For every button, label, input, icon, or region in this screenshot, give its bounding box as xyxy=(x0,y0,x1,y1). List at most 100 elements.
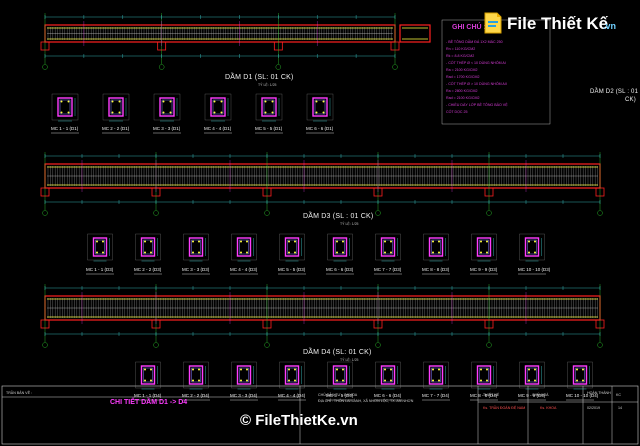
beam-d3-grid-bubble xyxy=(264,210,270,216)
d4-section-2-bar xyxy=(198,379,200,382)
beam-d4-title: DẦM D4 (SL: 01 CK) xyxy=(303,349,372,356)
beam-d2-outline xyxy=(399,24,431,43)
d3-section-1-bar xyxy=(96,240,98,243)
d3-section-label: MC 2 - 2 (D3) xyxy=(134,267,162,272)
d3-section-4-bar xyxy=(246,251,248,254)
d4-section-8-bar xyxy=(480,379,482,382)
d4-section-7-bar xyxy=(432,379,434,382)
d3-section-5-bar xyxy=(288,251,290,254)
d4-section-2-bar xyxy=(198,368,200,371)
d4-section-10-bar xyxy=(582,368,584,371)
designer-name: Ks. TRẦN ĐOÀN ĐỆ NAM xyxy=(483,406,526,410)
d3-section-label: MC 4 - 4 (D3) xyxy=(230,267,258,272)
d3-section-5-bar xyxy=(294,240,296,243)
d4-section-label: MC 3 - 3 (D4) xyxy=(230,393,258,398)
d1-section-6-bar xyxy=(315,111,318,114)
d1-section-1-bar xyxy=(67,100,70,103)
d4-section-1-bar xyxy=(150,368,152,371)
d1-section-4-bar xyxy=(213,111,216,114)
note-line: Ra = 2800 KG/CM2 xyxy=(446,89,478,93)
d3-section-8-bar xyxy=(438,251,440,254)
beam-d3-scale: TỶ LỆ: 1/25 xyxy=(340,222,359,226)
d3-section-label: MC 9 - 9 (D3) xyxy=(470,267,498,272)
d4-section-4-bar xyxy=(288,368,290,371)
d3-section-label: MC 5 - 5 (D3) xyxy=(278,267,306,272)
d1-section-5-bar xyxy=(264,100,267,103)
watermark: © FileThietKe.vn xyxy=(240,412,358,429)
d3-section-10-bar xyxy=(528,240,530,243)
beam-d4-grid-bubble xyxy=(597,342,603,348)
d1-section-5-bar xyxy=(264,111,267,114)
d1-section-2-bar xyxy=(111,111,114,114)
d3-section-6-bar xyxy=(342,251,344,254)
d3-section-7-bar xyxy=(384,240,386,243)
d4-section-6-bar xyxy=(390,368,392,371)
d1-section-label: MC 5 - 5 (D1) xyxy=(255,126,283,131)
d4-section-10-bar xyxy=(576,379,578,382)
logo-text: File Thiết Kế xyxy=(507,14,609,33)
beam-d4-grid-bubble xyxy=(486,342,492,348)
d4-section-3-bar xyxy=(240,379,242,382)
d1-section-2-bar xyxy=(111,100,114,103)
d4-section-5-bar xyxy=(336,379,338,382)
note-line: - BÊ TÔNG DẦM ĐÁ 1X2 MÁC 250 xyxy=(446,40,503,44)
note-line: Ra = 2100 KG/CM2 xyxy=(446,68,478,72)
d1-section-3-bar xyxy=(169,111,172,114)
d3-section-10-bar xyxy=(534,251,536,254)
d3-section-9-bar xyxy=(486,240,488,243)
d1-section-3-bar xyxy=(169,100,172,103)
notes-heading: GHI CHÚ : xyxy=(452,24,486,31)
d1-section-4-bar xyxy=(220,111,223,114)
beam-d1-grid-bubble xyxy=(392,64,398,70)
beam-d3-grid-bubble xyxy=(153,210,159,216)
beam-d4-grid-bubble xyxy=(264,342,270,348)
d4-section-1-bar xyxy=(150,379,152,382)
title-block-label: TRẦN BẢN VẼ : xyxy=(6,391,32,395)
beam-d3-grid-bubble xyxy=(597,210,603,216)
col-sheet: KC xyxy=(616,393,621,397)
d1-section-4-bar xyxy=(213,100,216,103)
d3-section-8-bar xyxy=(432,240,434,243)
note-line: Rad = 2100 KG/CM2 xyxy=(446,96,480,100)
d1-section-label: MC 1 - 1 (D1) xyxy=(51,126,79,131)
d4-section-3-bar xyxy=(246,368,248,371)
col-check: CHỦ HOÀ xyxy=(532,393,549,397)
note-line: CỐT DỌC 25 xyxy=(446,110,468,114)
d4-section-7-bar xyxy=(432,368,434,371)
d1-section-label: MC 4 - 4 (D1) xyxy=(204,126,232,131)
d3-section-2-bar xyxy=(144,251,146,254)
beam-d1-grid-bubble xyxy=(42,64,48,70)
approver-name: Ks. KHOA xyxy=(540,406,557,410)
d4-section-9-bar xyxy=(534,368,536,371)
d3-section-label: MC 6 - 6 (D3) xyxy=(326,267,354,272)
d4-section-4-bar xyxy=(288,379,290,382)
d4-section-6-bar xyxy=(384,379,386,382)
d1-section-2-bar xyxy=(118,100,121,103)
d3-section-label: MC 8 - 8 (D3) xyxy=(422,267,450,272)
d1-section-1-bar xyxy=(67,111,70,114)
d4-section-5-bar xyxy=(342,368,344,371)
d1-section-6-bar xyxy=(315,100,318,103)
beam-d4-grid-bubble xyxy=(153,342,159,348)
beam-d2-title: DẦM D2 (SL : 01 xyxy=(590,89,639,95)
d3-section-3-bar xyxy=(192,240,194,243)
d4-section-6-bar xyxy=(384,368,386,371)
d1-section-6-bar xyxy=(322,111,325,114)
d4-section-4-bar xyxy=(294,368,296,371)
beam-d1-grid-bubble xyxy=(158,64,165,70)
d3-section-7-bar xyxy=(384,251,386,254)
d1-section-3-bar xyxy=(162,100,165,103)
note-line: - CHIỀU DÀY LỚP BÊ TÔNG BẢO VỆ xyxy=(446,103,508,107)
d3-section-5-bar xyxy=(288,240,290,243)
d3-section-1-bar xyxy=(102,251,104,254)
d4-section-2-bar xyxy=(192,368,194,371)
beam-d3-grid-bubble xyxy=(375,210,381,216)
beam-d1-grid-bubble xyxy=(275,64,282,70)
d1-section-3-bar xyxy=(162,111,165,114)
d3-section-label: MC 7 - 7 (D3) xyxy=(374,267,402,272)
note-line: - CỐT THÉP Ø > 10 DÙNG NHÓM AII xyxy=(446,82,507,86)
d3-section-1-bar xyxy=(96,251,98,254)
d3-section-4-bar xyxy=(240,251,242,254)
d4-section-9-bar xyxy=(528,379,530,382)
drawing-canvas xyxy=(1,13,639,445)
